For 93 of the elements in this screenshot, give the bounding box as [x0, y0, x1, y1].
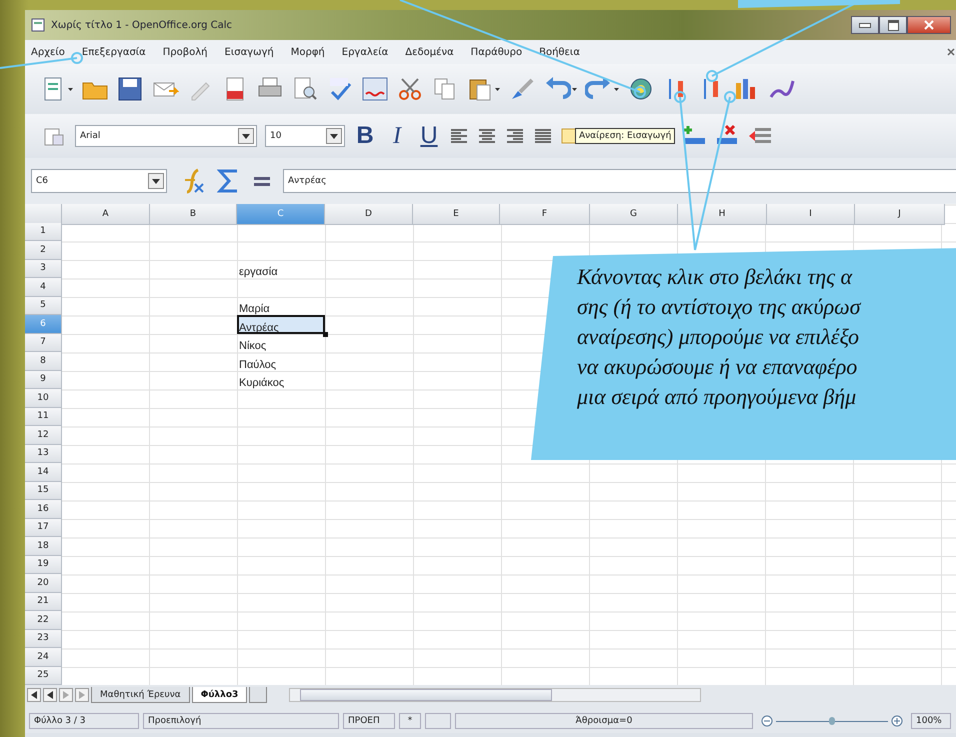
menu-item[interactable]: Μορφή: [290, 46, 325, 58]
next-sheet-icon: [62, 691, 70, 699]
sum-field: Άθροισμα=0: [455, 713, 753, 729]
menu-item[interactable]: Δεδομένα: [405, 46, 454, 58]
column-header[interactable]: G: [590, 204, 678, 225]
align-center-icon[interactable]: [477, 126, 497, 146]
column-header[interactable]: B: [150, 204, 237, 225]
align-right-icon[interactable]: [505, 126, 525, 146]
row-header[interactable]: 18: [25, 537, 62, 556]
dropdown-arrow-icon: [242, 132, 250, 140]
row-header[interactable]: 15: [25, 482, 62, 500]
document-modified: *: [399, 713, 421, 729]
menu-item[interactable]: Αρχείο: [31, 46, 65, 58]
horizontal-scrollbar[interactable]: [289, 688, 702, 702]
row-header[interactable]: 8: [25, 352, 62, 370]
page-style: Προεπιλογή: [143, 713, 339, 729]
zoom-thumb[interactable]: [829, 716, 835, 724]
zoom-in-icon: [891, 715, 903, 727]
column-header[interactable]: J: [855, 204, 945, 225]
row-header[interactable]: 3: [25, 260, 62, 278]
row-header[interactable]: 25: [25, 666, 62, 685]
row-header[interactable]: 11: [25, 408, 62, 426]
bold-button[interactable]: B: [353, 122, 377, 150]
previous-sheet-icon: [46, 691, 54, 699]
table-cell-text: Μαρία: [238, 302, 271, 315]
row-header[interactable]: 1: [25, 222, 62, 241]
row-header[interactable]: 20: [25, 574, 62, 592]
last-sheet-button[interactable]: [75, 688, 89, 702]
new-sheet-tab[interactable]: [249, 687, 268, 703]
row-header[interactable]: 22: [25, 611, 62, 630]
row-header[interactable]: 23: [25, 630, 62, 648]
zoom-out-icon: [761, 715, 773, 727]
column-header[interactable]: H: [678, 204, 767, 225]
dropdown-arrow-icon: [152, 177, 160, 185]
row-header[interactable]: 12: [25, 426, 62, 444]
formula-input[interactable]: Αντρέας: [283, 169, 956, 193]
font-name-field[interactable]: Arial: [75, 125, 257, 147]
column-header[interactable]: I: [767, 204, 855, 225]
last-sheet-icon: [78, 691, 86, 699]
italic-button[interactable]: I: [385, 122, 409, 150]
align-left-icon[interactable]: [449, 126, 469, 146]
auto-spellcheck-icon[interactable]: [361, 75, 389, 103]
table-cell-text: Κυριάκος: [238, 376, 286, 389]
maximize-button[interactable]: [879, 16, 907, 34]
underline-button[interactable]: U: [417, 122, 441, 150]
justify-icon[interactable]: [533, 126, 553, 146]
tooltip: Αναίρεση: Εισαγωγή: [575, 128, 676, 144]
app-icon: [31, 18, 45, 32]
first-sheet-icon: [30, 691, 38, 699]
close-button[interactable]: [907, 16, 951, 34]
column-header[interactable]: D: [325, 204, 413, 225]
row-header[interactable]: 21: [25, 592, 62, 611]
sheet-indicator: Φύλλο 3 / 3: [29, 713, 139, 729]
name-box[interactable]: C6: [31, 169, 167, 193]
sheet-tab[interactable]: Μαθητική Έρευνα: [91, 687, 190, 703]
row-header[interactable]: 13: [25, 444, 62, 463]
minimize-button[interactable]: [851, 16, 879, 34]
menu-item[interactable]: Προβολή: [162, 46, 208, 58]
row-header[interactable]: 10: [25, 389, 62, 408]
zoom-level: 100%: [911, 713, 951, 729]
insert-mode: ΠΡΟΕΠ: [343, 713, 395, 729]
menu-item[interactable]: Εισαγωγή: [224, 46, 274, 58]
window-title: Χωρίς τίτλο 1 - OpenOffice.org Calc: [51, 20, 232, 30]
row-header[interactable]: 17: [25, 518, 62, 537]
menu-item[interactable]: Παράθυρο: [470, 46, 522, 58]
close-icon: [924, 20, 934, 30]
close-document-icon: [947, 48, 955, 56]
first-sheet-button[interactable]: [27, 688, 41, 702]
row-header[interactable]: 24: [25, 648, 62, 666]
fill-handle[interactable]: [323, 332, 328, 336]
column-header[interactable]: F: [500, 204, 590, 225]
row-header[interactable]: 2: [25, 241, 62, 260]
sheet-tab[interactable]: Φύλλο3: [192, 687, 248, 703]
row-header[interactable]: 7: [25, 334, 62, 352]
table-cell-text: εργασία: [238, 265, 279, 278]
callout-text: Κάνοντας κλικ στο βελάκι της α σης (ή το αντίστοιχο της ακύρωσ αναίρεσης) μπορούμε να επιλέξο να ακυρώσουμε ή να επαναφέρο μια σειρά από προηγούμενα βήμ: [577, 263, 861, 411]
menu-item[interactable]: Επεξεργασία: [82, 46, 146, 58]
font-size-field[interactable]: 10: [265, 125, 345, 147]
column-header[interactable]: E: [413, 204, 500, 225]
row-header[interactable]: 14: [25, 463, 62, 482]
row-header[interactable]: 16: [25, 500, 62, 518]
row-header[interactable]: 4: [25, 278, 62, 296]
column-header[interactable]: A: [62, 204, 150, 225]
dropdown-arrow-icon: [330, 132, 338, 140]
table-cell-text: Νίκος: [238, 339, 268, 352]
row-header[interactable]: 9: [25, 370, 62, 389]
menu-item[interactable]: Βοήθεια: [539, 46, 580, 58]
row-header[interactable]: 19: [25, 556, 62, 574]
menu-item[interactable]: Εργαλεία: [342, 46, 388, 58]
selection-mode: [425, 713, 451, 729]
row-header[interactable]: 5: [25, 296, 62, 315]
table-cell-text: Παύλος: [238, 358, 278, 370]
previous-sheet-button[interactable]: [43, 688, 57, 702]
